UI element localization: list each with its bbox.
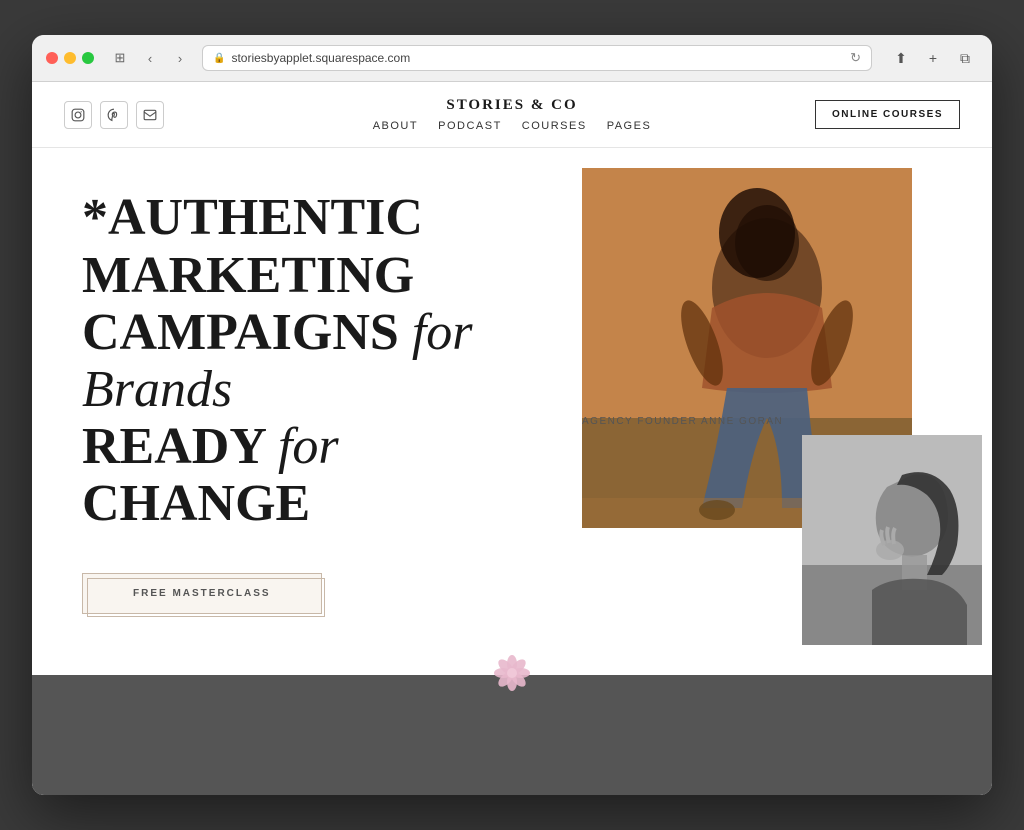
headline-line1: *AUTHENTIC MARKETING xyxy=(82,189,423,303)
headline-italic1: for Brands xyxy=(82,304,473,418)
page-content: STORIES & CO ABOUT PODCAST COURSES PAGES… xyxy=(32,82,992,795)
site-title: STORIES & CO xyxy=(373,97,652,114)
nav-about[interactable]: ABOUT xyxy=(373,120,418,132)
social-icons xyxy=(64,101,164,129)
minimize-button[interactable] xyxy=(64,52,76,64)
tabs-icon[interactable]: ⧉ xyxy=(952,45,978,71)
hero-headline: *AUTHENTIC MARKETING CAMPAIGNS for Brand… xyxy=(82,189,532,532)
site-title-area: STORIES & CO ABOUT PODCAST COURSES PAGES xyxy=(373,97,652,132)
secondary-photo-bg xyxy=(802,435,982,645)
hero-section: *AUTHENTIC MARKETING CAMPAIGNS for Brand… xyxy=(32,148,992,675)
site-nav: ABOUT PODCAST COURSES PAGES xyxy=(373,120,652,132)
secondary-photo xyxy=(802,435,982,645)
window-control-icon[interactable]: ⊞ xyxy=(108,46,132,70)
close-button[interactable] xyxy=(46,52,58,64)
address-bar[interactable]: 🔒 storiesbyapplet.squarespace.com ↻ xyxy=(202,45,872,71)
headline-line2: CAMPAIGNS for Brands xyxy=(82,304,473,418)
headline-italic2: for xyxy=(278,418,339,475)
browser-chrome: ⊞ ‹ › 🔒 storiesbyapplet.squarespace.com … xyxy=(32,35,992,82)
instagram-icon[interactable] xyxy=(64,101,92,129)
email-icon[interactable] xyxy=(136,101,164,129)
add-tab-icon[interactable]: + xyxy=(920,45,946,71)
back-button[interactable]: ‹ xyxy=(138,46,162,70)
traffic-lights xyxy=(46,52,94,64)
photo-caption: AGENCY FOUNDER ANNE GORAN xyxy=(582,416,783,427)
forward-button[interactable]: › xyxy=(168,46,192,70)
refresh-icon[interactable]: ↻ xyxy=(850,50,861,66)
browser-window: ⊞ ‹ › 🔒 storiesbyapplet.squarespace.com … xyxy=(32,35,992,795)
pinterest-icon[interactable] xyxy=(100,101,128,129)
share-icon[interactable]: ⬆ xyxy=(888,45,914,71)
hero-left: *AUTHENTIC MARKETING CAMPAIGNS for Brand… xyxy=(32,148,572,675)
nav-courses[interactable]: COURSES xyxy=(522,120,587,132)
page-footer-strip xyxy=(32,675,992,795)
masterclass-button[interactable]: FREE MASTERCLASS xyxy=(82,573,322,614)
maximize-button[interactable] xyxy=(82,52,94,64)
lock-icon: 🔒 xyxy=(213,53,225,64)
nav-pages[interactable]: PAGES xyxy=(607,120,652,132)
browser-actions: ⬆ + ⧉ xyxy=(888,45,978,71)
nav-podcast[interactable]: PODCAST xyxy=(438,120,502,132)
url-text: storiesbyapplet.squarespace.com xyxy=(231,51,410,65)
site-header: STORIES & CO ABOUT PODCAST COURSES PAGES… xyxy=(32,82,992,148)
headline-line3: READY for CHANGE xyxy=(82,418,339,532)
hero-right: AGENCY FOUNDER ANNE GORAN xyxy=(572,148,992,675)
browser-controls: ⊞ ‹ › xyxy=(108,46,192,70)
online-courses-button[interactable]: ONLINE COURSES xyxy=(815,100,960,129)
